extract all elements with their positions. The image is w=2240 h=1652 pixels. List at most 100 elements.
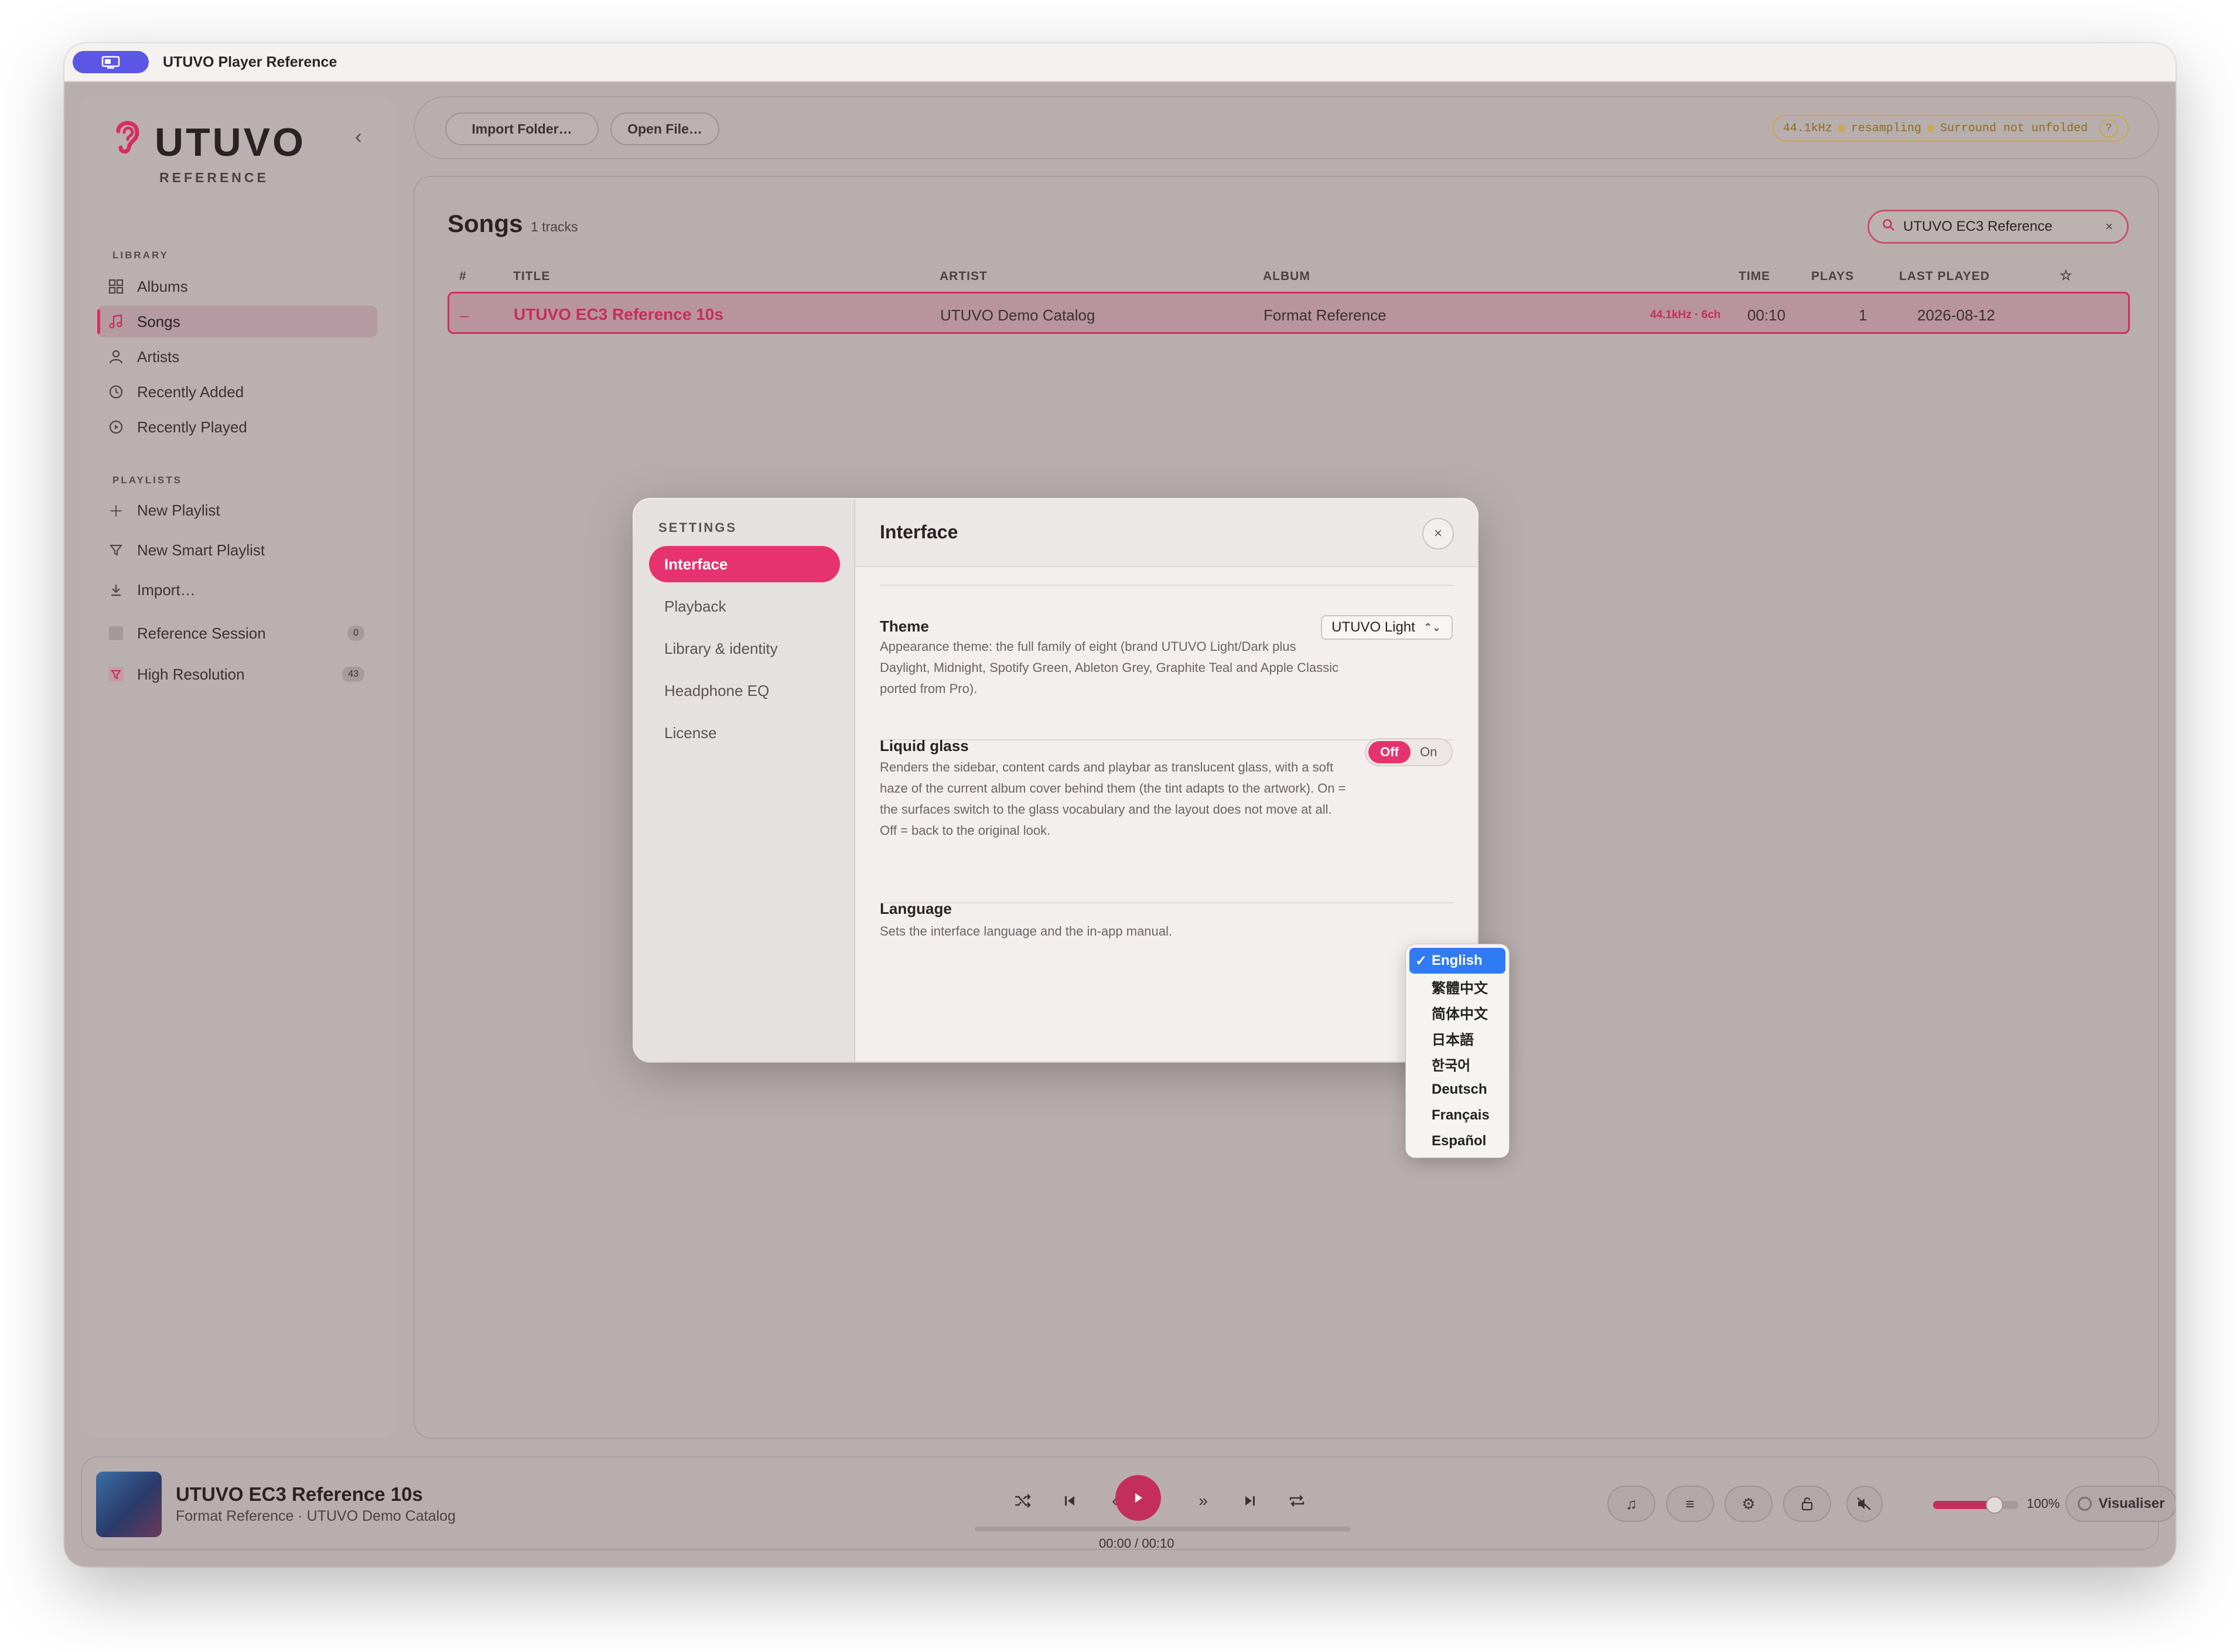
option-label: 한국어 — [1432, 1057, 1471, 1074]
column-last-played[interactable]: LAST PLAYED — [1899, 269, 1990, 284]
column-album[interactable]: ALBUM — [1263, 269, 1310, 284]
option-label: 简体中文 — [1432, 1006, 1488, 1022]
title-bar: UTUVO Player Reference — [64, 43, 2176, 82]
settings-tab-headphone-eq[interactable]: Headphone EQ — [649, 673, 840, 709]
volume-percent: 100% — [2027, 1496, 2060, 1511]
import-folder-button[interactable]: Import Folder… — [445, 112, 599, 145]
grid-icon — [107, 277, 125, 296]
language-setting-label: Language — [880, 900, 952, 917]
liquid-glass-setting-description: Renders the sidebar, content cards and p… — [880, 760, 1346, 838]
import-playlist-label: Import… — [137, 581, 196, 599]
new-smart-playlist-button[interactable]: New Smart Playlist — [97, 534, 377, 566]
column-number[interactable]: # — [459, 269, 467, 284]
speaker-muted-icon[interactable] — [1846, 1486, 1883, 1522]
column-plays[interactable]: PLAYS — [1811, 269, 1854, 284]
settings-label: SETTINGS — [658, 520, 737, 535]
toggle-off-option[interactable]: Off — [1368, 741, 1411, 763]
shuffle-icon[interactable] — [1005, 1483, 1040, 1518]
search-input[interactable]: UTUVO EC3 Reference — [1903, 219, 2053, 235]
theme-select[interactable]: UTUVO Light ⌃⌄ — [1321, 615, 1453, 640]
language-option-japanese[interactable]: 日本語 — [1409, 1025, 1505, 1051]
previous-track-icon[interactable] — [1052, 1483, 1087, 1518]
divider — [880, 585, 1454, 586]
language-option-french[interactable]: Français — [1409, 1103, 1505, 1128]
sidebar-item-recently-played[interactable]: Recently Played — [97, 411, 377, 443]
close-icon[interactable]: × — [1422, 518, 1454, 549]
ear-logo-icon — [109, 114, 144, 156]
new-playlist-button[interactable]: ＋ New Playlist — [97, 494, 377, 526]
repeat-icon[interactable] — [1279, 1483, 1314, 1518]
help-icon[interactable]: ? — [2099, 119, 2118, 138]
import-playlist-button[interactable]: Import… — [97, 574, 377, 606]
time-display: 00:00 / 00:10 — [1099, 1536, 1174, 1551]
column-time[interactable]: TIME — [1739, 269, 1770, 284]
volume-slider[interactable] — [1933, 1496, 2019, 1514]
language-option-korean[interactable]: 한국어 — [1409, 1051, 1505, 1077]
play-button[interactable] — [1115, 1475, 1161, 1521]
queue-icon[interactable]: ≡ — [1666, 1486, 1714, 1522]
resampling-text: resampling — [1850, 121, 1921, 135]
track-count: 1 tracks — [531, 219, 578, 234]
settings-tab-library-identity[interactable]: Library & identity — [649, 630, 840, 667]
now-playing-title: UTUVO EC3 Reference 10s — [176, 1483, 423, 1505]
sidebar: UTUVO REFERENCE ‹ LIBRARY Albums Songs A… — [80, 96, 396, 1438]
visualiser-button[interactable]: Visualiser — [2065, 1486, 2176, 1522]
row-plays: 1 — [1859, 306, 1867, 324]
screen-icon[interactable] — [73, 51, 149, 73]
column-artist[interactable]: ARTIST — [940, 269, 988, 284]
toggle-on-option[interactable]: On — [1420, 745, 1437, 760]
settings-gear-icon[interactable]: ⚙ — [1725, 1486, 1773, 1522]
liquid-glass-setting-label: Liquid glass — [880, 737, 969, 755]
audio-status-badge[interactable]: 44.1kHz resampling Surround not unfolded… — [1772, 115, 2129, 142]
liquid-glass-toggle[interactable]: Off On — [1365, 738, 1453, 766]
sample-rate-text: 44.1kHz — [1783, 121, 1832, 135]
visualiser-circle-icon — [2077, 1497, 2092, 1511]
next-track-icon[interactable] — [1232, 1483, 1268, 1518]
window-title: UTUVO Player Reference — [163, 53, 337, 70]
language-option-traditional-chinese[interactable]: 繁體中文 — [1409, 974, 1505, 999]
settings-title: Interface — [880, 521, 958, 542]
language-option-spanish[interactable]: Español — [1409, 1128, 1505, 1154]
settings-tab-license[interactable]: License — [649, 715, 840, 751]
playlists-section-label: PLAYLISTS — [112, 475, 182, 486]
search-field[interactable]: UTUVO EC3 Reference × — [1867, 210, 2129, 244]
sidebar-item-label: Songs — [137, 312, 180, 330]
sidebar-item-artists[interactable]: Artists — [97, 341, 377, 373]
sidebar-item-label: Recently Played — [137, 418, 247, 436]
sidebar-playlist-high-resolution[interactable]: High Resolution 43 — [97, 658, 377, 690]
settings-tab-playback[interactable]: Playback — [649, 588, 840, 624]
sidebar-item-albums[interactable]: Albums — [97, 271, 377, 302]
lyrics-note-icon[interactable]: ♫ — [1607, 1486, 1655, 1522]
column-title[interactable]: TITLE — [513, 269, 550, 284]
language-option-simplified-chinese[interactable]: 简体中文 — [1409, 999, 1505, 1025]
checkmark-icon: ✓ — [1415, 953, 1428, 969]
logo-text: UTUVO — [155, 120, 306, 165]
sidebar-item-songs[interactable]: Songs — [97, 306, 377, 337]
new-playlist-label: New Playlist — [137, 501, 220, 519]
open-file-button[interactable]: Open File… — [610, 112, 719, 145]
clear-search-icon[interactable]: × — [2105, 219, 2113, 234]
collapse-sidebar-icon[interactable]: ‹ — [355, 124, 362, 149]
surround-text: Surround not unfolded — [1939, 121, 2088, 135]
settings-sidebar: SETTINGS Interface Playback Library & id… — [634, 499, 855, 1061]
playlist-count-badge: 0 — [347, 626, 364, 641]
column-favorite-star-icon[interactable]: ☆ — [2060, 267, 2073, 284]
row-number: – — [460, 306, 469, 324]
album-artwork[interactable] — [96, 1472, 162, 1537]
row-album: Format Reference — [1264, 306, 1387, 324]
settings-tab-interface[interactable]: Interface — [649, 546, 840, 582]
sidebar-playlist-reference-session[interactable]: Reference Session 0 — [97, 617, 377, 649]
lock-icon[interactable] — [1783, 1486, 1831, 1522]
sidebar-item-recently-added[interactable]: Recently Added — [97, 376, 377, 408]
progress-bar[interactable] — [975, 1527, 1351, 1531]
status-dot-icon — [1838, 125, 1845, 132]
volume-knob[interactable] — [1986, 1496, 2004, 1514]
visualiser-label: Visualiser — [2098, 1496, 2165, 1511]
language-option-english[interactable]: ✓ English — [1409, 948, 1505, 974]
language-option-german[interactable]: Deutsch — [1409, 1077, 1505, 1103]
fast-forward-icon[interactable]: » — [1186, 1483, 1221, 1518]
playlist-name: Reference Session — [137, 624, 266, 642]
table-header: # TITLE ARTIST ALBUM TIME PLAYS LAST PLA… — [448, 262, 2130, 288]
table-row[interactable]: – UTUVO EC3 Reference 10s UTUVO Demo Cat… — [448, 292, 2130, 334]
language-dropdown[interactable]: ✓ English 繁體中文 简体中文 日本語 한국어 Deutsch Franç… — [1406, 944, 1509, 1158]
